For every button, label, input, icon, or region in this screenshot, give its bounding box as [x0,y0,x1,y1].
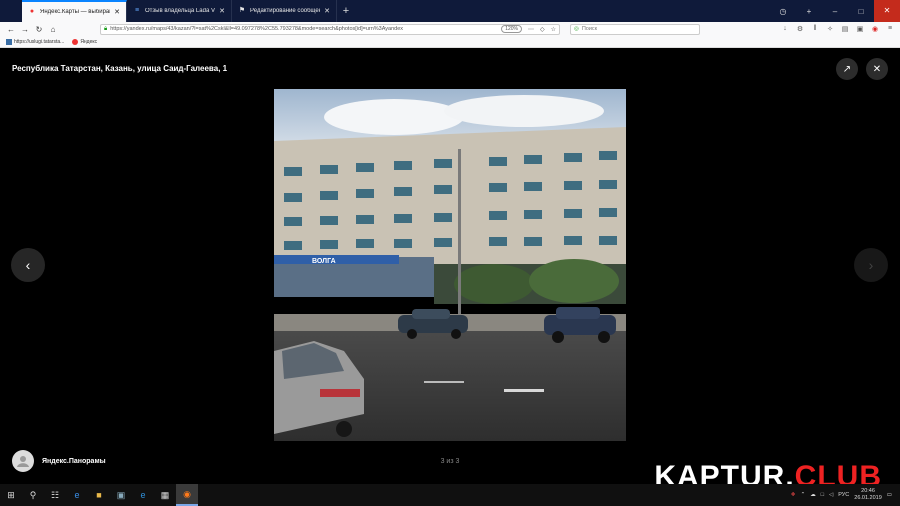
windows-taskbar: ⊞ ⚲ ☷ e ■ ▣ e ▦ ◉ ❖ ⌃ ☁ □ ◁ РУС 20:46 26… [0,484,900,506]
clock[interactable]: 20:46 26.01.2019 [854,488,882,502]
library-icon[interactable]: ‖ [809,25,821,33]
chevron-left-icon: ‹ [25,257,31,273]
tab-review[interactable]: ≡ Отзыв владельца Lada Vesta S ✕ [127,0,232,22]
ie-button[interactable]: e [132,484,154,506]
browser-tabbar: ● Яндекс.Карты — выбирайте м ✕ ≡ Отзыв в… [0,0,900,22]
minimize-button[interactable]: – [822,7,848,16]
close-tab-icon[interactable]: ✕ [324,7,330,15]
folder-icon: ■ [96,490,102,500]
yandex-icon[interactable]: ◉ [869,25,881,33]
reload-button[interactable]: ↻ [32,25,46,34]
forum-icon: ⚑ [238,7,246,14]
add-icon[interactable]: + [796,7,822,16]
tab-label: Отзыв владельца Lada Vesta S [145,8,215,14]
bookmark-yandex[interactable]: Яндекс [72,38,98,45]
firefox-icon: ◉ [183,488,191,499]
close-tab-icon[interactable]: ✕ [219,7,225,15]
puzzle-icon[interactable]: ✧ [824,25,836,33]
volume-icon[interactable]: ◁ [829,492,833,498]
more-icon[interactable]: ⋯ [528,26,534,33]
window-close-button[interactable]: ✕ [874,0,900,22]
chevron-right-icon: › [868,257,874,273]
close-icon: ✕ [872,63,882,75]
timer-icon[interactable]: ◷ [770,7,796,16]
close-tab-icon[interactable]: ✕ [114,8,120,16]
clock-time: 20:46 [861,488,875,494]
monitor-icon: ▣ [116,489,126,500]
tab-label: Редактирование сообщения - [250,8,320,14]
system-tray: ❖ ⌃ ☁ □ ◁ РУС 20:46 26.01.2019 ▭ [791,488,900,502]
tab-edit-message[interactable]: ⚑ Редактирование сообщения - ✕ [232,0,337,22]
photo-viewer: Республика Татарстан, Казань, улица Саид… [0,48,900,493]
internet-explorer-icon: e [140,490,146,500]
browser-navbar: ← → ↻ ⌂ 🔒︎ https://yandex.ru/maps/43/kaz… [0,22,900,36]
next-photo-button[interactable]: › [854,248,888,282]
forward-button[interactable]: → [18,25,32,34]
onedrive-icon[interactable]: ☁ [810,492,816,498]
bookmark-star-icon[interactable]: ☆ [551,26,556,33]
bookmark-label: https://uslugi.tatarsta... [14,38,65,45]
task-view-button[interactable]: ☷ [44,484,66,506]
notifications-icon[interactable]: ▭ [887,492,892,498]
bookmark-uslugi[interactable]: https://uslugi.tatarsta... [6,38,65,45]
task-view-icon: ☷ [50,489,60,500]
tab-yandex-maps[interactable]: ● Яндекс.Карты — выбирайте м ✕ [22,0,127,22]
share-button[interactable]: ↗ [836,58,858,80]
start-button[interactable]: ⊞ [0,484,22,506]
bookmarks-bar: https://uslugi.tatarsta... Яндекс [0,36,900,48]
chevron-up-icon[interactable]: ⌃ [801,492,806,498]
panorama-photo[interactable]: ВОЛГА [274,89,626,441]
search-engine-icon: ◎ [574,26,579,32]
download-icon[interactable]: ↓ [779,25,791,33]
network-app-button[interactable]: ▣ [110,484,132,506]
calculator-button[interactable]: ▦ [154,484,176,506]
edge-button[interactable]: e [66,484,88,506]
street-photo-image: ВОЛГА [274,89,626,441]
clock-date: 26.01.2019 [854,495,882,501]
home-icon[interactable]: ⌂ [46,25,60,34]
windows-icon: ⊞ [7,489,15,500]
tab-label: Яндекс.Карты — выбирайте м [40,9,110,15]
search-placeholder: Поиск [581,26,598,32]
bookmark-label: Яндекс [80,38,98,45]
lock-icon: 🔒︎ [104,25,108,32]
maximize-button[interactable]: □ [848,7,874,16]
explorer-button[interactable]: ■ [88,484,110,506]
menu-icon[interactable]: ≡ [884,25,896,33]
firefox-button[interactable]: ◉ [176,484,198,506]
search-icon: ⚲ [29,489,37,500]
search-button[interactable]: ⚲ [22,484,44,506]
new-tab-button[interactable]: + [337,0,355,22]
address-text: https://yandex.ru/maps/43/kazan/?l=sat%2… [110,26,404,32]
back-button[interactable]: ← [4,25,18,34]
yandex-maps-icon: ● [29,8,35,15]
edge-icon: e [74,490,80,500]
language-indicator[interactable]: РУС [838,492,849,498]
search-input[interactable]: ◎ Поиск [570,23,700,35]
previous-photo-button[interactable]: ‹ [11,248,45,282]
drive-icon: ≡ [134,7,140,14]
viewer-title: Республика Татарстан, Казань, улица Саид… [12,64,228,73]
tab-spacer [0,0,22,22]
bookmark-favicon [6,38,12,45]
external-link-icon: ↗ [842,63,852,75]
calculator-icon: ▦ [160,489,170,500]
pocket-icon[interactable]: ◇ [540,26,545,33]
tray-app-icon[interactable]: ❖ [791,492,796,498]
zoom-badge[interactable]: 120% [501,25,522,33]
building-sign: ВОЛГА [312,258,336,265]
network-icon[interactable]: □ [821,492,824,498]
yandex-favicon [72,38,79,45]
address-bar[interactable]: 🔒︎ https://yandex.ru/maps/43/kazan/?l=sa… [100,23,560,35]
extension-icon[interactable]: ⚙ [794,25,806,33]
sidebar-icon[interactable]: ▤ [839,25,851,33]
screenshot-icon[interactable]: ▣ [854,25,866,33]
close-viewer-button[interactable]: ✕ [866,58,888,80]
